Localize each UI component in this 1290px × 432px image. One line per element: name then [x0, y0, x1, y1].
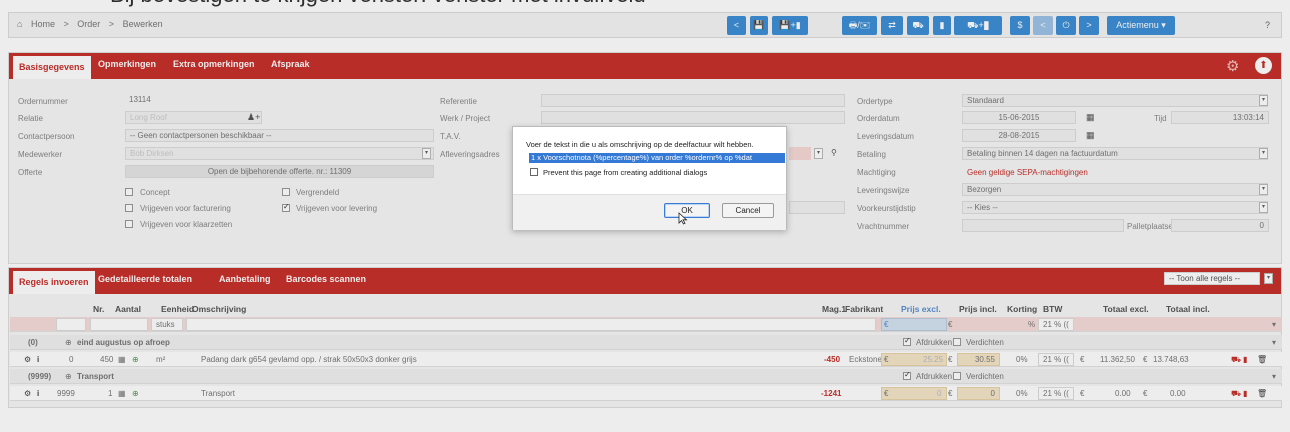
- dialog-text-input[interactable]: [529, 153, 785, 163]
- dialog-message: Voer de tekst in die u als omschrijving …: [526, 140, 754, 149]
- prompt-dialog: Voer de tekst in die u als omschrijving …: [512, 126, 787, 230]
- prevent-dialogs-checkbox[interactable]: [530, 168, 538, 176]
- prevent-dialogs-label: Prevent this page from creating addition…: [543, 168, 708, 177]
- mouse-cursor-icon: [678, 212, 688, 225]
- cancel-button[interactable]: Cancel: [722, 203, 774, 218]
